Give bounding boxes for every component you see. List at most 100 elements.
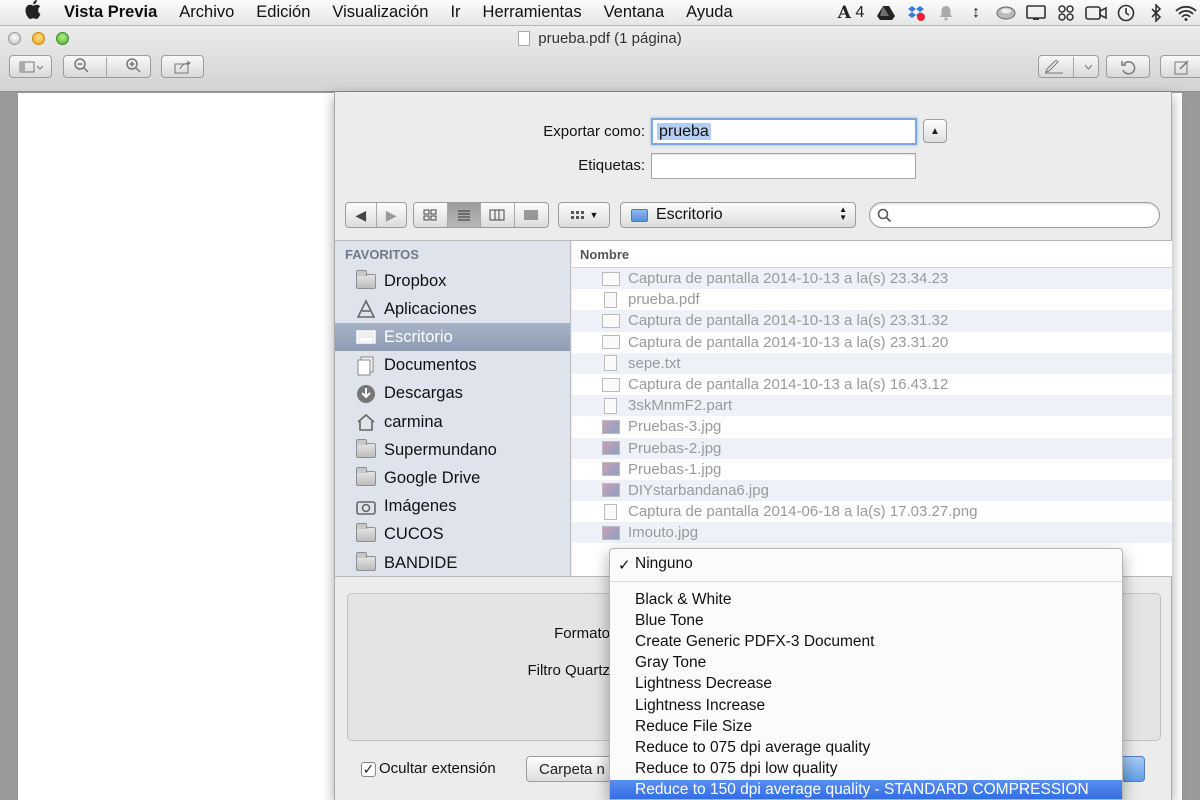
image-file-icon — [602, 441, 620, 456]
menu-visualizacion[interactable]: Visualización — [321, 3, 439, 22]
sidebar-item-supermundano[interactable]: Supermundano — [335, 436, 570, 464]
sidebar-item-label: Descargas — [384, 384, 463, 403]
rotate-button[interactable] — [1106, 55, 1150, 78]
menu-separator — [610, 581, 1122, 582]
zoom-in-icon[interactable] — [125, 57, 141, 76]
window-title: prueba.pdf (1 página) — [538, 30, 682, 47]
file-row[interactable]: Captura de pantalla 2014-10-13 a la(s) 2… — [572, 332, 1172, 353]
filter-menu-item[interactable]: Gray Tone — [610, 653, 1122, 674]
icon-view-button[interactable] — [414, 203, 448, 227]
notification-icon[interactable] — [932, 0, 960, 26]
location-popup[interactable]: Escritorio ▲ ▼ — [620, 202, 856, 228]
sidebar-item-cucos[interactable]: CUCOS — [335, 521, 570, 549]
menu-item-selected[interactable]: ✓ Ninguno — [610, 549, 1122, 579]
search-field[interactable] — [869, 202, 1160, 228]
sidebar-item-label: CUCOS — [384, 525, 444, 544]
zoom-out-icon[interactable] — [73, 57, 89, 76]
google-drive-icon[interactable] — [872, 0, 900, 26]
tags-field[interactable] — [651, 153, 916, 179]
sidebar-item-label: Escritorio — [384, 327, 453, 346]
camera-icon[interactable] — [1082, 0, 1110, 26]
filter-menu-item[interactable]: Reduce to 075 dpi average quality — [610, 737, 1122, 758]
file-icon — [604, 503, 617, 520]
file-row[interactable]: Captura de pantalla 2014-10-13 a la(s) 2… — [572, 268, 1172, 290]
collapse-dialog-button[interactable]: ▲ — [923, 119, 947, 143]
menu-archivo[interactable]: Archivo — [168, 3, 245, 22]
list-view-button[interactable] — [447, 203, 481, 227]
file-row[interactable]: Captura de pantalla 2014-10-13 a la(s) 1… — [572, 374, 1172, 395]
wifi-icon[interactable] — [1172, 0, 1200, 26]
back-button[interactable]: ◀ — [346, 203, 377, 227]
menu-ir[interactable]: Ir — [439, 3, 471, 22]
menu-ayuda[interactable]: Ayuda — [675, 3, 744, 22]
adobe-icon[interactable]: A 4 — [832, 0, 870, 26]
coverflow-view-button[interactable] — [515, 203, 548, 227]
column-view-button[interactable] — [481, 203, 515, 227]
file-icon — [602, 271, 620, 286]
dropbox-icon[interactable] — [902, 0, 930, 26]
file-row[interactable]: Captura de pantalla 2014-10-13 a la(s) 2… — [572, 310, 1172, 332]
filter-menu-item[interactable]: Blue Tone — [610, 610, 1122, 631]
home-icon — [355, 411, 377, 433]
location-updown-icon: ▲ ▼ — [839, 205, 847, 222]
sidebar-item-google-drive[interactable]: Google Drive — [335, 464, 570, 492]
filter-menu-item[interactable]: Reduce File Size — [610, 716, 1122, 737]
sidebar-item-label: Documentos — [384, 356, 477, 375]
filter-menu-item[interactable]: Black & White — [610, 589, 1122, 610]
time-machine-icon[interactable] — [1112, 0, 1140, 26]
grid-apps-icon[interactable] — [1052, 0, 1080, 26]
apple-menu-icon[interactable] — [18, 0, 48, 25]
file-icon — [602, 313, 620, 328]
sidebar-item-dropbox[interactable]: Dropbox — [335, 267, 570, 295]
save-as-field[interactable]: prueba — [651, 118, 917, 145]
file-row[interactable]: 3skMnmF2.part — [572, 395, 1172, 417]
sidebar-item-label: Supermundano — [384, 440, 497, 459]
file-row[interactable]: DIYstarbandana6.jpg — [572, 479, 1172, 502]
filter-menu-item[interactable]: Lightness Decrease — [610, 674, 1122, 695]
display-icon[interactable] — [1022, 0, 1050, 26]
file-row[interactable]: Imouto.jpg — [572, 522, 1172, 544]
filter-menu-item[interactable]: Reduce to 150 dpi average quality - STAN… — [610, 779, 1122, 799]
file-name: Captura de pantalla 2014-10-13 a la(s) 2… — [628, 270, 949, 288]
file-icon — [602, 335, 620, 350]
location-folder-icon — [631, 208, 648, 222]
filter-menu-item[interactable]: Reduce to 075 dpi low quality — [610, 759, 1122, 780]
sidebar-item-descargas[interactable]: Descargas — [335, 380, 570, 408]
transfer-arrows-icon[interactable]: ↕ — [962, 0, 990, 26]
menu-ventana[interactable]: Ventana — [593, 3, 676, 22]
sidebar-item-bandide[interactable]: BANDIDE — [335, 549, 570, 576]
arrange-button[interactable]: ▼ — [558, 202, 610, 228]
sidebar: FAVORITOS Dropbox Aplicaciones Escritorio D… — [335, 241, 571, 576]
menu-edicion[interactable]: Edición — [245, 3, 321, 22]
sidebar-item-im-genes[interactable]: Imágenes — [335, 493, 570, 521]
hide-extension-label: Ocultar extensión — [379, 760, 496, 777]
menu-herramientas[interactable]: Herramientas — [472, 3, 593, 22]
column-header-name[interactable]: Nombre — [572, 241, 1172, 268]
filter-menu-item[interactable]: Lightness Increase — [610, 695, 1122, 716]
arrange-chevron-icon: ▼ — [589, 210, 599, 220]
sidebar-item-documentos[interactable]: Documentos — [335, 352, 570, 380]
markup-button[interactable] — [1038, 55, 1099, 78]
edit-toolbar-button[interactable] — [1160, 55, 1200, 78]
file-row[interactable]: Pruebas-2.jpg — [572, 437, 1172, 459]
disk-icon[interactable] — [992, 0, 1020, 26]
sidebar-item-carmina[interactable]: carmina — [335, 408, 570, 436]
file-row[interactable]: Pruebas-3.jpg — [572, 416, 1172, 437]
forward-button[interactable]: ▶ — [377, 203, 407, 227]
sidebar-item-aplicaciones[interactable]: Aplicaciones — [335, 295, 570, 323]
file-name: Captura de pantalla 2014-10-13 a la(s) 2… — [628, 333, 949, 351]
hide-extension-checkbox[interactable]: ✓ — [361, 762, 376, 777]
file-row[interactable]: prueba.pdf — [572, 289, 1172, 310]
share-button[interactable] — [161, 55, 204, 78]
file-name: 3skMnmF2.part — [628, 397, 733, 415]
bluetooth-icon[interactable] — [1142, 0, 1170, 26]
file-row[interactable]: sepe.txt — [572, 352, 1172, 374]
menu-app-name[interactable]: Vista Previa — [48, 3, 168, 22]
sidebar-item-escritorio[interactable]: Escritorio — [335, 323, 570, 352]
save-as-value: prueba — [657, 123, 711, 140]
sidebar-view-button[interactable] — [9, 55, 52, 78]
filter-menu-item[interactable]: Create Generic PDFX-3 Document — [610, 631, 1122, 652]
file-row[interactable]: Captura de pantalla 2014-06-18 a la(s) 1… — [572, 501, 1172, 522]
zoom-buttons — [63, 55, 151, 78]
file-row[interactable]: Pruebas-1.jpg — [572, 459, 1172, 480]
